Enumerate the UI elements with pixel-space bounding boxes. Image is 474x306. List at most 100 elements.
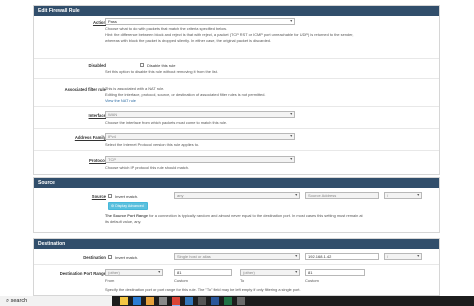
source-mask-value: /: [387, 193, 389, 198]
destination-invert-checkbox[interactable]: [108, 255, 112, 259]
edge-icon-glyph: [185, 297, 193, 305]
destination-address-value: 192.168.1.42: [308, 254, 332, 259]
word-icon-glyph: [211, 297, 219, 305]
custom-caption-2: Custom: [305, 278, 319, 283]
disabled-desc: Set this option to disable this rule wit…: [105, 69, 218, 74]
address-family-row: Address Family IPv4 ▼ Select the Interne…: [34, 128, 439, 150]
to-caption: To: [240, 278, 245, 283]
address-family-label: Address Family: [74, 135, 106, 140]
folder-icon-glyph: [146, 297, 154, 305]
destination-mask-select[interactable]: / ▼: [384, 253, 422, 260]
source-invert-checkbox[interactable]: [108, 194, 112, 198]
dest-port-from-input[interactable]: 81: [174, 269, 232, 276]
settings-icon-glyph: [159, 297, 167, 305]
chevron-down-icon: ▼: [416, 193, 420, 197]
source-panel: Source Source Invert match. any ▼ Source…: [33, 177, 440, 233]
mail-icon-glyph: [133, 297, 141, 305]
destination-port-range-row: Destination Port Range (other) ▼ 81 (oth…: [34, 264, 439, 296]
custom-caption-1: Custom: [174, 278, 188, 283]
dest-port-to-select-value: (other): [243, 270, 255, 275]
terminal-icon[interactable]: [198, 297, 206, 305]
destination-mask-value: /: [387, 254, 389, 259]
destination-label: Destination: [83, 255, 106, 260]
protocol-select-value: TCP: [108, 157, 116, 162]
source-panel-title: Source: [34, 178, 439, 188]
address-family-desc: Select the Internet Protocol version thi…: [105, 142, 200, 147]
folder-icon[interactable]: [146, 297, 154, 305]
action-desc-3: whereas with block the packet is dropped…: [105, 38, 272, 43]
disable-rule-checkbox[interactable]: [140, 63, 144, 67]
dest-port-from-select[interactable]: (other) ▼: [105, 269, 163, 276]
chevron-down-icon: ▼: [157, 270, 161, 274]
dest-port-to-input[interactable]: 81: [305, 269, 365, 276]
action-desc-2: Hint: the difference between block and r…: [105, 32, 354, 37]
destination-address-input[interactable]: 192.168.1.42: [305, 253, 379, 260]
source-port-desc-2: its default value, any.: [105, 219, 142, 224]
mail-icon[interactable]: [133, 297, 141, 305]
disabled-row: Disabled Disable this rule Set this opti…: [34, 58, 439, 78]
file-explorer-icon[interactable]: [120, 297, 128, 305]
search-icon: ⌕: [6, 298, 10, 304]
destination-type-select[interactable]: Single host or alias ▼: [174, 253, 300, 260]
chrome-icon[interactable]: [172, 297, 180, 305]
source-port-desc: The Source Port Range for a connection i…: [105, 213, 363, 218]
dest-port-to-value: 81: [308, 270, 313, 275]
action-row: Action Pass ▼ Choose what to do with pac…: [34, 16, 439, 58]
store-icon[interactable]: [237, 297, 245, 305]
associated-filter-rule-row: Associated filter rule This is associate…: [34, 78, 439, 106]
disabled-label: Disabled: [88, 63, 106, 68]
chevron-down-icon: ▼: [289, 157, 293, 161]
protocol-row: Protocol TCP ▼ Choose which IP protocol …: [34, 150, 439, 175]
excel-icon[interactable]: [224, 297, 232, 305]
address-family-select-value: IPv4: [108, 134, 117, 139]
file-explorer-icon-glyph: [120, 297, 128, 305]
source-label: Source: [91, 194, 106, 199]
action-select[interactable]: Pass ▼: [105, 18, 295, 25]
interface-row: Interface WAN ▼ Choose the interface fro…: [34, 106, 439, 128]
taskbar-search-box[interactable]: ⌕ search: [0, 296, 112, 306]
panel-title: Edit Firewall Rule: [34, 6, 439, 16]
settings-icon[interactable]: [159, 297, 167, 305]
interface-select-value: WAN: [108, 112, 118, 117]
edit-firewall-rule-panel: Edit Firewall Rule Action Pass ▼ Choose …: [33, 5, 440, 175]
address-family-select[interactable]: IPv4 ▼: [105, 133, 295, 140]
from-caption: From: [105, 278, 115, 283]
chevron-down-icon: ▼: [289, 112, 293, 116]
destination-panel-title: Destination: [34, 239, 439, 249]
source-type-select[interactable]: any ▼: [174, 192, 300, 199]
destination-panel: Destination Destination Invert match. Si…: [33, 238, 440, 296]
edge-icon[interactable]: [185, 297, 193, 305]
source-type-value: any: [177, 193, 184, 198]
destination-invert-label: Invert match.: [115, 255, 139, 260]
view-nat-rule-link[interactable]: View the NAT rule: [105, 98, 136, 103]
gear-icon: ⚙: [111, 204, 115, 208]
chevron-down-icon: ▼: [416, 254, 420, 258]
source-row: Source Invert match. any ▼ Source Addres…: [34, 188, 439, 233]
terminal-icon-glyph: [198, 297, 206, 305]
source-port-desc-rest: for a connection is typically random and…: [148, 213, 363, 218]
action-select-value: Pass: [108, 19, 117, 24]
chevron-down-icon: ▼: [289, 19, 293, 23]
protocol-label: Protocol: [89, 158, 106, 163]
interface-select[interactable]: WAN ▼: [105, 111, 295, 118]
window-top-edge: [0, 0, 474, 4]
excel-icon-glyph: [224, 297, 232, 305]
destination-row: Destination Invert match. Single host or…: [34, 249, 439, 263]
chrome-icon-glyph: [172, 297, 180, 305]
chevron-down-icon: ▼: [294, 270, 298, 274]
dest-port-to-select[interactable]: (other) ▼: [240, 269, 300, 276]
source-address-input[interactable]: Source Address: [305, 192, 379, 199]
destination-port-range-label: Destination Port Range: [59, 271, 106, 276]
protocol-select[interactable]: TCP ▼: [105, 156, 295, 163]
source-port-desc-bold: The Source Port Range: [105, 213, 149, 218]
source-mask-select[interactable]: / ▼: [384, 192, 422, 199]
chevron-down-icon: ▼: [294, 254, 298, 258]
word-icon[interactable]: [211, 297, 219, 305]
protocol-desc: Choose which IP protocol this rule shoul…: [105, 165, 190, 170]
taskbar: ⌕ search: [0, 296, 474, 306]
destination-port-desc: Specify the destination port or port ran…: [105, 287, 301, 292]
taskbar-search-text: search: [10, 298, 28, 304]
source-invert-label: Invert match.: [115, 194, 139, 199]
source-address-placeholder: Source Address: [308, 193, 337, 198]
display-advanced-button[interactable]: ⚙ Display Advanced: [108, 202, 148, 210]
